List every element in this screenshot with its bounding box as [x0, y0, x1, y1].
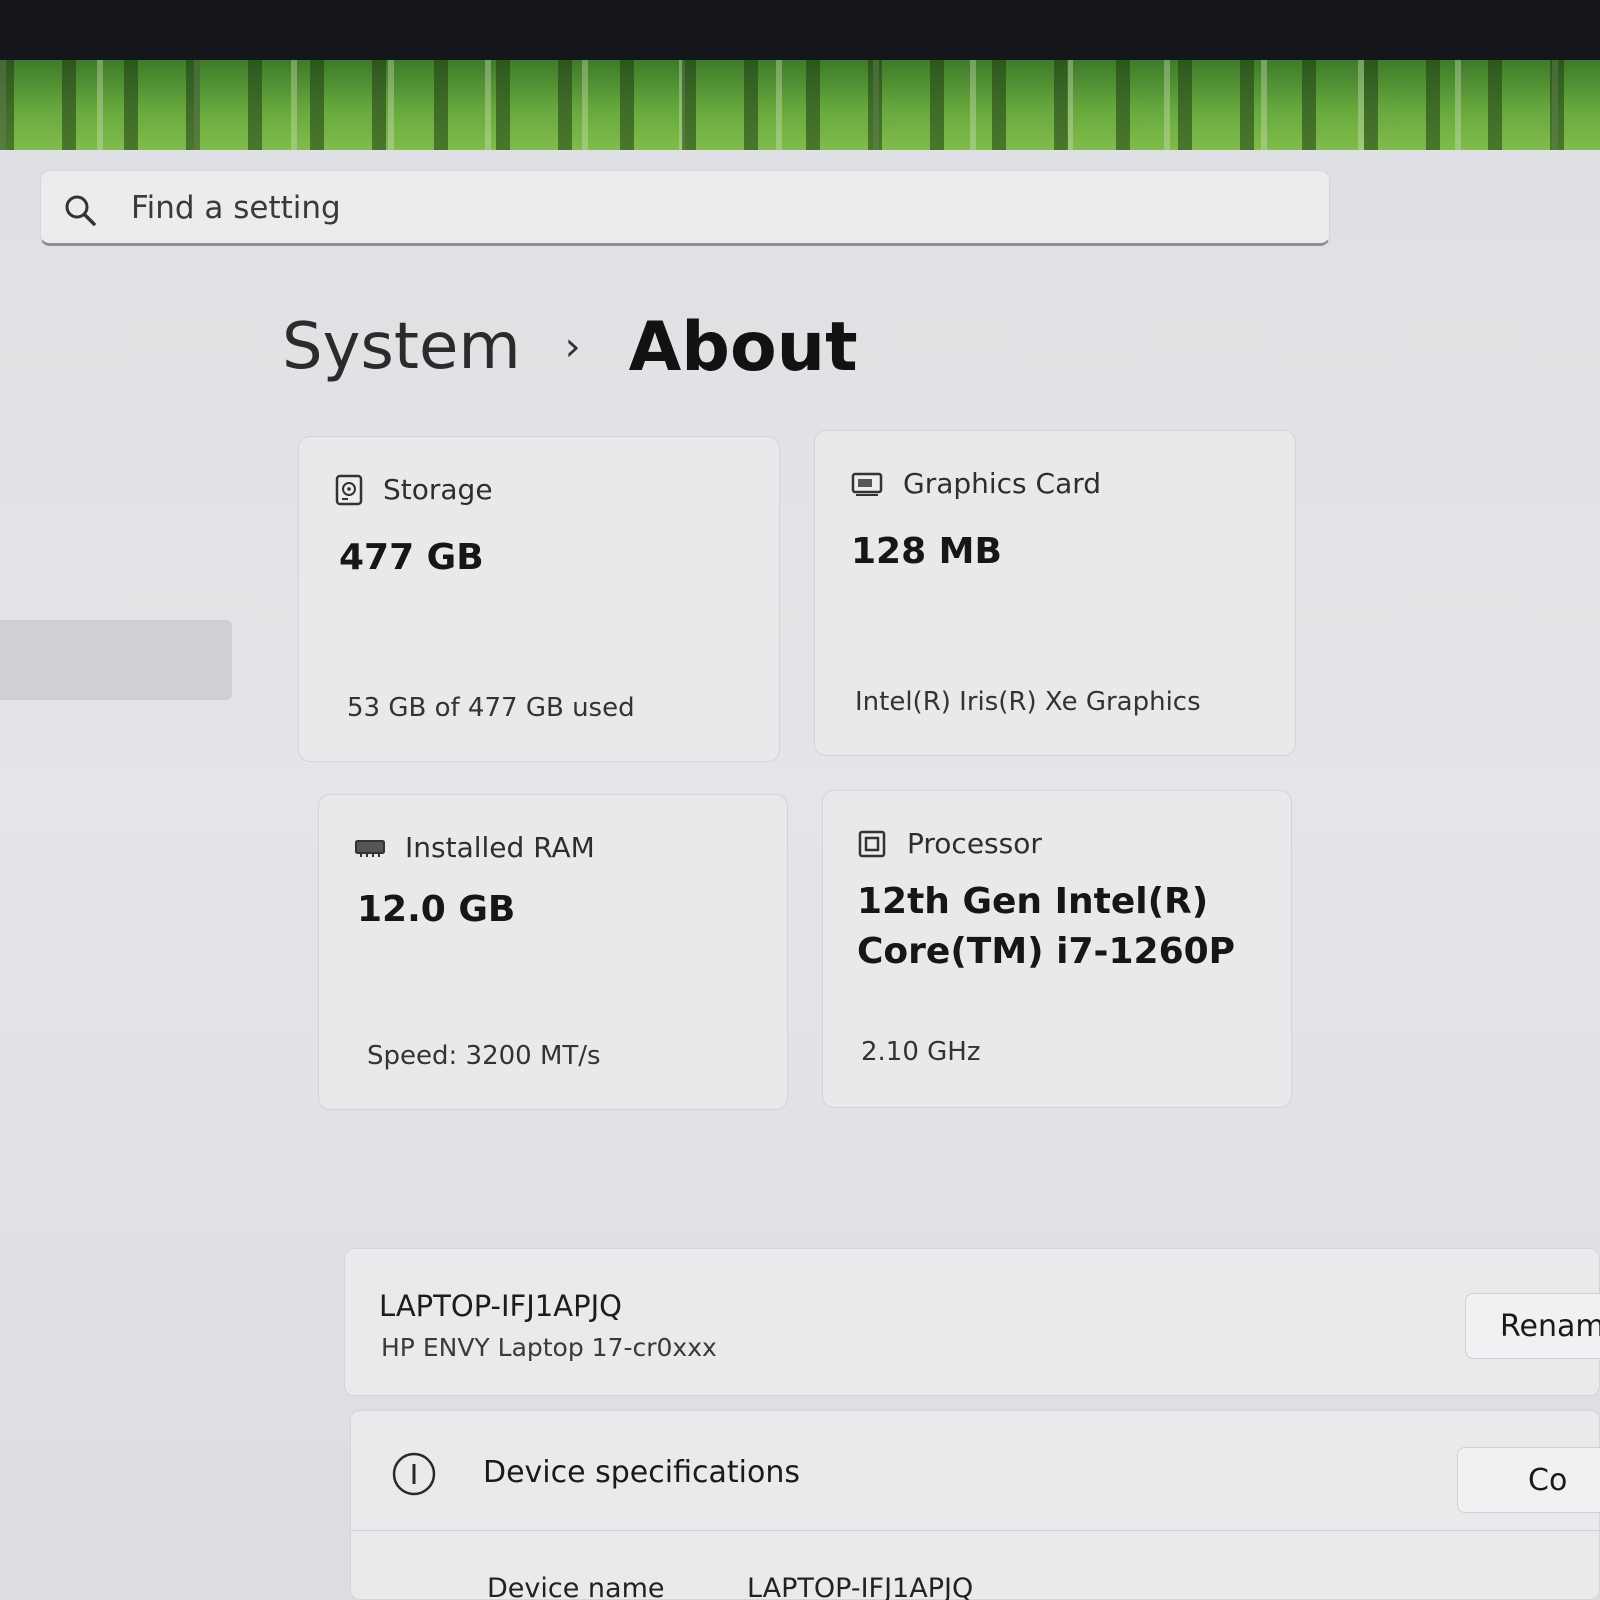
processor-value-line1: 12th Gen Intel(R)	[857, 881, 1209, 922]
device-name-row: LAPTOP-IFJ1APJQ HP ENVY Laptop 17-cr0xxx…	[344, 1248, 1600, 1396]
device-specifications-header[interactable]: Device specifications Co	[351, 1411, 1600, 1531]
installed-ram-header: Installed RAM	[355, 831, 595, 864]
breadcrumb-separator: ›	[564, 324, 581, 370]
settings-window: System › About Storage 477 GB 53 GB of 4…	[0, 150, 1600, 1600]
installed-ram-label: Installed RAM	[405, 831, 595, 864]
storage-card-header: Storage	[335, 473, 493, 506]
graphics-card-value: 128 MB	[851, 531, 1002, 572]
sidebar-selected-item[interactable]	[0, 620, 232, 700]
processor-header: Processor	[857, 827, 1042, 860]
search-box[interactable]	[40, 170, 1330, 246]
storage-drive-icon	[335, 474, 363, 505]
graphics-card-card[interactable]: Graphics Card 128 MB Intel(R) Iris(R) Xe…	[814, 430, 1296, 756]
processor-value-line2: Core(TM) i7-1260P	[857, 931, 1236, 972]
device-specifications-section: Device specifications Co Device name LAP…	[350, 1410, 1600, 1600]
device-model: HP ENVY Laptop 17-cr0xxx	[381, 1333, 717, 1362]
graphics-card-header: Graphics Card	[851, 467, 1101, 500]
search-icon	[65, 195, 96, 226]
info-icon	[392, 1452, 436, 1496]
graphics-card-icon	[851, 472, 883, 496]
storage-card[interactable]: Storage 477 GB 53 GB of 477 GB used	[298, 436, 780, 762]
processor-card[interactable]: Processor 12th Gen Intel(R) Core(TM) i7-…	[822, 790, 1292, 1108]
installed-ram-detail: Speed: 3200 MT/s	[367, 1041, 601, 1071]
storage-value: 477 GB	[339, 537, 484, 578]
processor-label: Processor	[907, 827, 1042, 860]
copy-button[interactable]: Co	[1457, 1447, 1600, 1513]
graphics-card-detail: Intel(R) Iris(R) Xe Graphics	[855, 687, 1201, 717]
graphics-card-label: Graphics Card	[903, 467, 1102, 500]
device-name: LAPTOP-IFJ1APJQ	[379, 1289, 622, 1323]
processor-detail: 2.10 GHz	[861, 1037, 981, 1067]
device-specifications-title: Device specifications	[483, 1455, 800, 1490]
storage-label: Storage	[383, 473, 493, 506]
device-name-label: Device name	[487, 1573, 665, 1600]
processor-chip-icon	[858, 830, 886, 857]
device-name-value: LAPTOP-IFJ1APJQ	[747, 1573, 974, 1600]
ram-module-icon	[355, 839, 385, 857]
breadcrumb-system[interactable]: System	[282, 310, 521, 384]
page-title: About	[628, 307, 858, 387]
installed-ram-value: 12.0 GB	[357, 889, 516, 930]
storage-detail: 53 GB of 477 GB used	[347, 693, 635, 723]
rename-button[interactable]: Renam	[1465, 1293, 1600, 1359]
installed-ram-card[interactable]: Installed RAM 12.0 GB Speed: 3200 MT/s	[318, 794, 788, 1110]
breadcrumb: System › About	[282, 302, 858, 392]
search-input[interactable]	[131, 185, 1281, 231]
